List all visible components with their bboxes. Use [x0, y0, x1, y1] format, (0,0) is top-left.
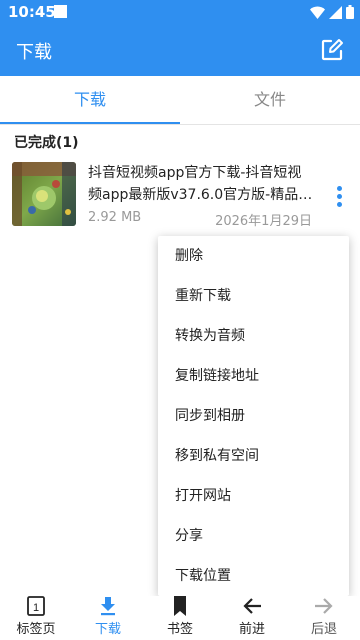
menu-item-open-website[interactable]: 打开网站: [158, 476, 349, 516]
divider: [0, 124, 360, 125]
nav-label-tabs: 标签页: [16, 622, 56, 637]
app-bar: 下载: [0, 24, 360, 76]
page-title: 下载: [16, 42, 52, 63]
menu-item-redownload[interactable]: 重新下载: [158, 276, 349, 316]
download-icon: [101, 597, 115, 616]
tab-files[interactable]: 文件: [180, 76, 360, 124]
arrow-left-icon: [243, 598, 261, 614]
menu-item-sync-album[interactable]: 同步到相册: [158, 396, 349, 436]
nav-label-downloads: 下载: [94, 622, 121, 637]
status-time: 10:45: [8, 3, 56, 21]
menu-item-move-private[interactable]: 移到私有空间: [158, 436, 349, 476]
more-options-button[interactable]: [336, 186, 344, 208]
download-date: 2026年1月29日: [215, 214, 312, 229]
more-vert-icon: [337, 186, 342, 191]
tabs-count-icon: 1: [27, 596, 45, 616]
nav-back[interactable]: 后退: [288, 596, 360, 640]
thumbnail-image: [12, 162, 76, 226]
status-bar: 10:45: [0, 0, 360, 24]
nav-downloads[interactable]: 下载: [72, 596, 144, 640]
bottom-navigation: 1 标签页 下载 书签 前进 后退: [0, 596, 360, 640]
nav-label-bookmarks: 书签: [166, 622, 193, 637]
download-title: 抖音短视频app官方下载-抖音短视频app最新版v37.6.0官方版-精品下..…: [88, 165, 302, 203]
download-list-item[interactable]: 抖音短视频app官方下载-抖音短视频app最新版v37.6.0官方版-精品下..…: [0, 156, 360, 236]
edit-button[interactable]: [318, 36, 346, 64]
menu-item-copy-link[interactable]: 复制链接地址: [158, 356, 349, 396]
tab-bar: 下载 文件: [0, 76, 360, 124]
context-menu: 删除 重新下载 转换为音频 复制链接地址 同步到相册 移到私有空间 打开网站 分…: [158, 236, 349, 596]
signal-icon: [329, 5, 342, 19]
nav-bookmarks[interactable]: 书签: [144, 596, 216, 640]
nav-label-back: 后退: [310, 622, 337, 637]
notification-icon: [54, 5, 67, 18]
section-header: 已完成(1): [14, 135, 79, 151]
menu-item-share[interactable]: 分享: [158, 516, 349, 556]
nav-label-forward: 前进: [238, 622, 265, 637]
nav-forward[interactable]: 前进: [216, 596, 288, 640]
tab-downloads[interactable]: 下载: [0, 76, 180, 124]
menu-item-convert-audio[interactable]: 转换为音频: [158, 316, 349, 356]
more-vert-icon-dot: [337, 194, 342, 199]
download-size: 2.92 MB: [88, 210, 142, 225]
wifi-icon: [310, 6, 325, 19]
menu-item-delete[interactable]: 删除: [158, 236, 349, 276]
status-icons: [310, 5, 354, 19]
more-vert-icon-dot: [337, 202, 342, 207]
bookmark-icon: [174, 596, 186, 616]
edit-icon: [321, 39, 343, 61]
menu-item-download-location[interactable]: 下载位置: [158, 556, 349, 596]
battery-icon: [346, 5, 354, 19]
tabs-count-text: 1: [33, 602, 39, 614]
arrow-right-icon: [315, 598, 333, 614]
nav-tabs[interactable]: 1 标签页: [0, 596, 72, 640]
